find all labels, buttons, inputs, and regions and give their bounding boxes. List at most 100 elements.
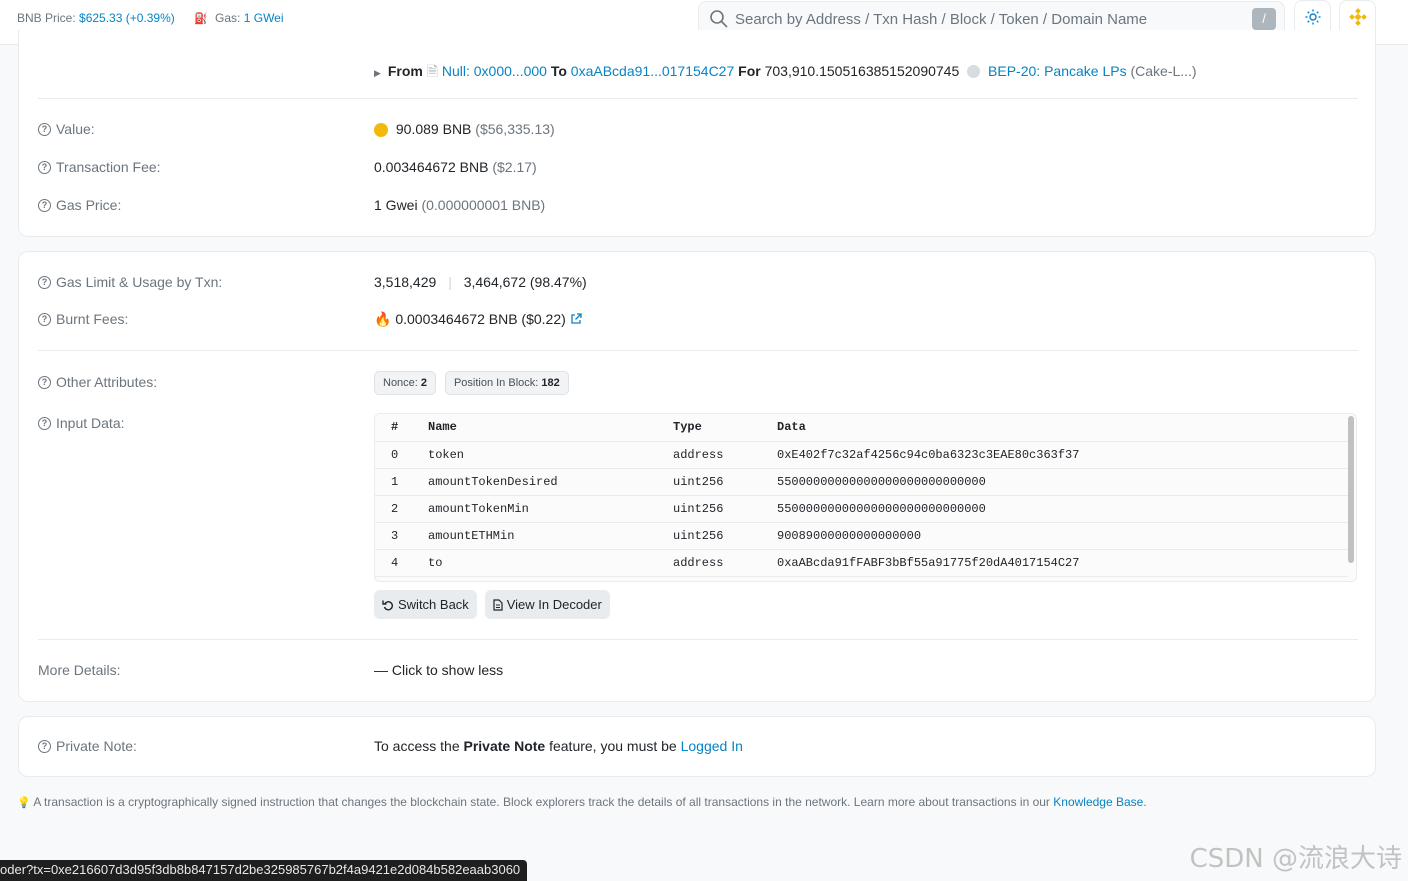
- file-icon: 🗎: [426, 63, 438, 79]
- param-index: 1: [375, 468, 428, 496]
- gas-pump-icon: ⛽: [194, 13, 208, 25]
- gas-label: Gas:: [215, 11, 241, 25]
- param-data: 55000000000000000000000000000: [777, 468, 1348, 496]
- switch-back-button[interactable]: Switch Back: [374, 590, 477, 619]
- knowledge-base-link[interactable]: Knowledge Base: [1053, 795, 1143, 809]
- param-name: token: [428, 441, 673, 469]
- value-usd: ($56,335.13): [475, 121, 555, 137]
- input-data-label: Input Data:: [56, 415, 125, 431]
- table-row: 2 amountTokenMin uint256 550000000000000…: [375, 495, 1348, 523]
- param-index: 3: [375, 522, 428, 550]
- external-link-icon[interactable]: [570, 311, 582, 327]
- transfer-from-address[interactable]: Null: 0x000...000: [442, 63, 547, 79]
- fire-icon: 🔥: [374, 311, 392, 327]
- search-input[interactable]: [735, 8, 1245, 30]
- transaction-fee-amount: 0.003464672 BNB: [374, 159, 489, 175]
- param-type: uint256: [673, 468, 777, 496]
- help-icon[interactable]: ?: [38, 739, 51, 753]
- help-icon[interactable]: ?: [38, 122, 51, 136]
- column-header: Type: [673, 414, 777, 442]
- position-badge: Position In Block: 182: [444, 371, 569, 395]
- param-type: address: [673, 549, 777, 577]
- private-note-card: ? Private Note: To access the Private Not…: [18, 716, 1376, 777]
- param-type: uint256: [673, 522, 777, 550]
- param-name: to: [428, 549, 673, 577]
- search-shortcut-key: /: [1252, 8, 1276, 30]
- watermark: CSDN @流浪大诗: [1189, 844, 1402, 874]
- transfer-to-address[interactable]: 0xaABcda91...017154C27: [571, 63, 734, 79]
- nonce-label: Nonce:: [383, 377, 418, 389]
- divider: [38, 98, 1358, 99]
- document-icon: [493, 598, 503, 611]
- table-row: 3 amountETHMin uint256 90089000000000000…: [375, 522, 1348, 550]
- help-icon[interactable]: ?: [38, 198, 51, 212]
- column-header: #: [375, 414, 428, 442]
- param-data-link[interactable]: 0xaABcda91fFABF3bBf55a91775f20dA4017154C…: [777, 549, 1348, 577]
- column-header: Data: [777, 414, 1348, 442]
- private-note-bold: Private Note: [463, 738, 546, 754]
- transfer-amount: 703,910.150516385152090745: [764, 63, 960, 79]
- scrollbar[interactable]: [1348, 416, 1354, 563]
- param-data: 55000000000000000000000000000: [777, 495, 1348, 523]
- transfer-for-label: For: [738, 63, 761, 79]
- browser-status-bar: oder?tx=0xe216607d3d95f3db8b847157d2be32…: [0, 860, 528, 881]
- help-icon[interactable]: ?: [38, 275, 51, 289]
- gas-price-amount: 1 Gwei: [374, 197, 418, 213]
- gas-value[interactable]: 1 GWei: [244, 11, 284, 25]
- bnb-price: BNB Price: $625.33 (+0.39%): [17, 11, 175, 25]
- transaction-overview-card: ▶ From 🗎 Null: 0x000...000 To 0xaABcda91…: [18, 30, 1376, 237]
- bnb-coin-icon: [374, 123, 388, 137]
- param-name: amountETHMin: [428, 522, 673, 550]
- param-type: uint256: [673, 495, 777, 523]
- token-logo-icon: [967, 65, 981, 78]
- value-label: Value:: [56, 121, 95, 137]
- info-note-text: A transaction is a cryptographically sig…: [33, 795, 1054, 809]
- gas-used-value: 3,464,672 (98.47%): [463, 274, 587, 290]
- column-header: Name: [428, 414, 673, 442]
- value-amount: 90.089 BNB: [395, 121, 472, 137]
- private-note-label: Private Note:: [56, 738, 137, 754]
- private-note-text: To access the: [374, 738, 464, 754]
- info-note-end: .: [1143, 795, 1147, 809]
- token-symbol: (Cake-L...): [1130, 63, 1197, 79]
- gas-price-bnb: (0.000000001 BNB): [421, 197, 546, 213]
- nonce-badge: Nonce: 2: [374, 371, 437, 395]
- token-name-link[interactable]: BEP-20: Pancake LPs: [988, 63, 1127, 79]
- gas-separator: |: [448, 274, 452, 290]
- search-icon: [709, 9, 729, 32]
- burnt-fees-label: Burnt Fees:: [56, 311, 129, 327]
- help-icon[interactable]: ?: [38, 312, 51, 326]
- divider: [38, 350, 1358, 351]
- caret-right-icon: ▶: [374, 68, 381, 78]
- view-in-decoder-label: View In Decoder: [506, 597, 602, 612]
- view-in-decoder-button[interactable]: View In Decoder: [484, 590, 610, 619]
- bnb-price-label: BNB Price:: [17, 11, 76, 25]
- private-note-text-mid: feature, you must be: [545, 738, 681, 754]
- table-header-row: # Name Type Data: [375, 414, 1348, 442]
- transfer-to-label: To: [550, 63, 567, 79]
- param-index: 4: [375, 549, 428, 577]
- undo-icon: [382, 600, 393, 610]
- position-label: Position In Block:: [453, 377, 539, 389]
- switch-back-label: Switch Back: [398, 597, 469, 612]
- help-icon[interactable]: ?: [38, 160, 51, 174]
- input-data-table[interactable]: # Name Type Data 0 token address 0xE402f…: [374, 413, 1357, 582]
- param-index: 2: [375, 495, 428, 523]
- nonce-value: 2: [420, 377, 428, 389]
- help-icon[interactable]: ?: [38, 416, 51, 430]
- lightbulb-icon: 💡: [17, 797, 31, 809]
- table-row: 4 to address 0xaABcda91fFABF3bBf55a91775…: [375, 549, 1348, 577]
- show-less-link[interactable]: — Click to show less: [374, 662, 503, 678]
- param-type: address: [673, 441, 777, 469]
- more-details-card: ? Gas Limit & Usage by Txn: 3,518,429 | 3…: [18, 251, 1376, 702]
- help-icon[interactable]: ?: [38, 375, 51, 389]
- logged-in-link[interactable]: Logged In: [681, 738, 743, 754]
- param-data-link[interactable]: 0xE402f7c32af4256c94c0ba6323c3EAE80c363f…: [777, 441, 1348, 469]
- transaction-fee-usd: ($2.17): [492, 159, 537, 175]
- divider: [38, 639, 1358, 640]
- param-index: 0: [375, 441, 428, 469]
- other-attributes-label: Other Attributes:: [56, 374, 158, 390]
- bnb-price-value[interactable]: $625.33 (+0.39%): [79, 11, 175, 25]
- gas-limit-label: Gas Limit & Usage by Txn:: [56, 274, 223, 290]
- param-name: amountTokenMin: [428, 495, 673, 523]
